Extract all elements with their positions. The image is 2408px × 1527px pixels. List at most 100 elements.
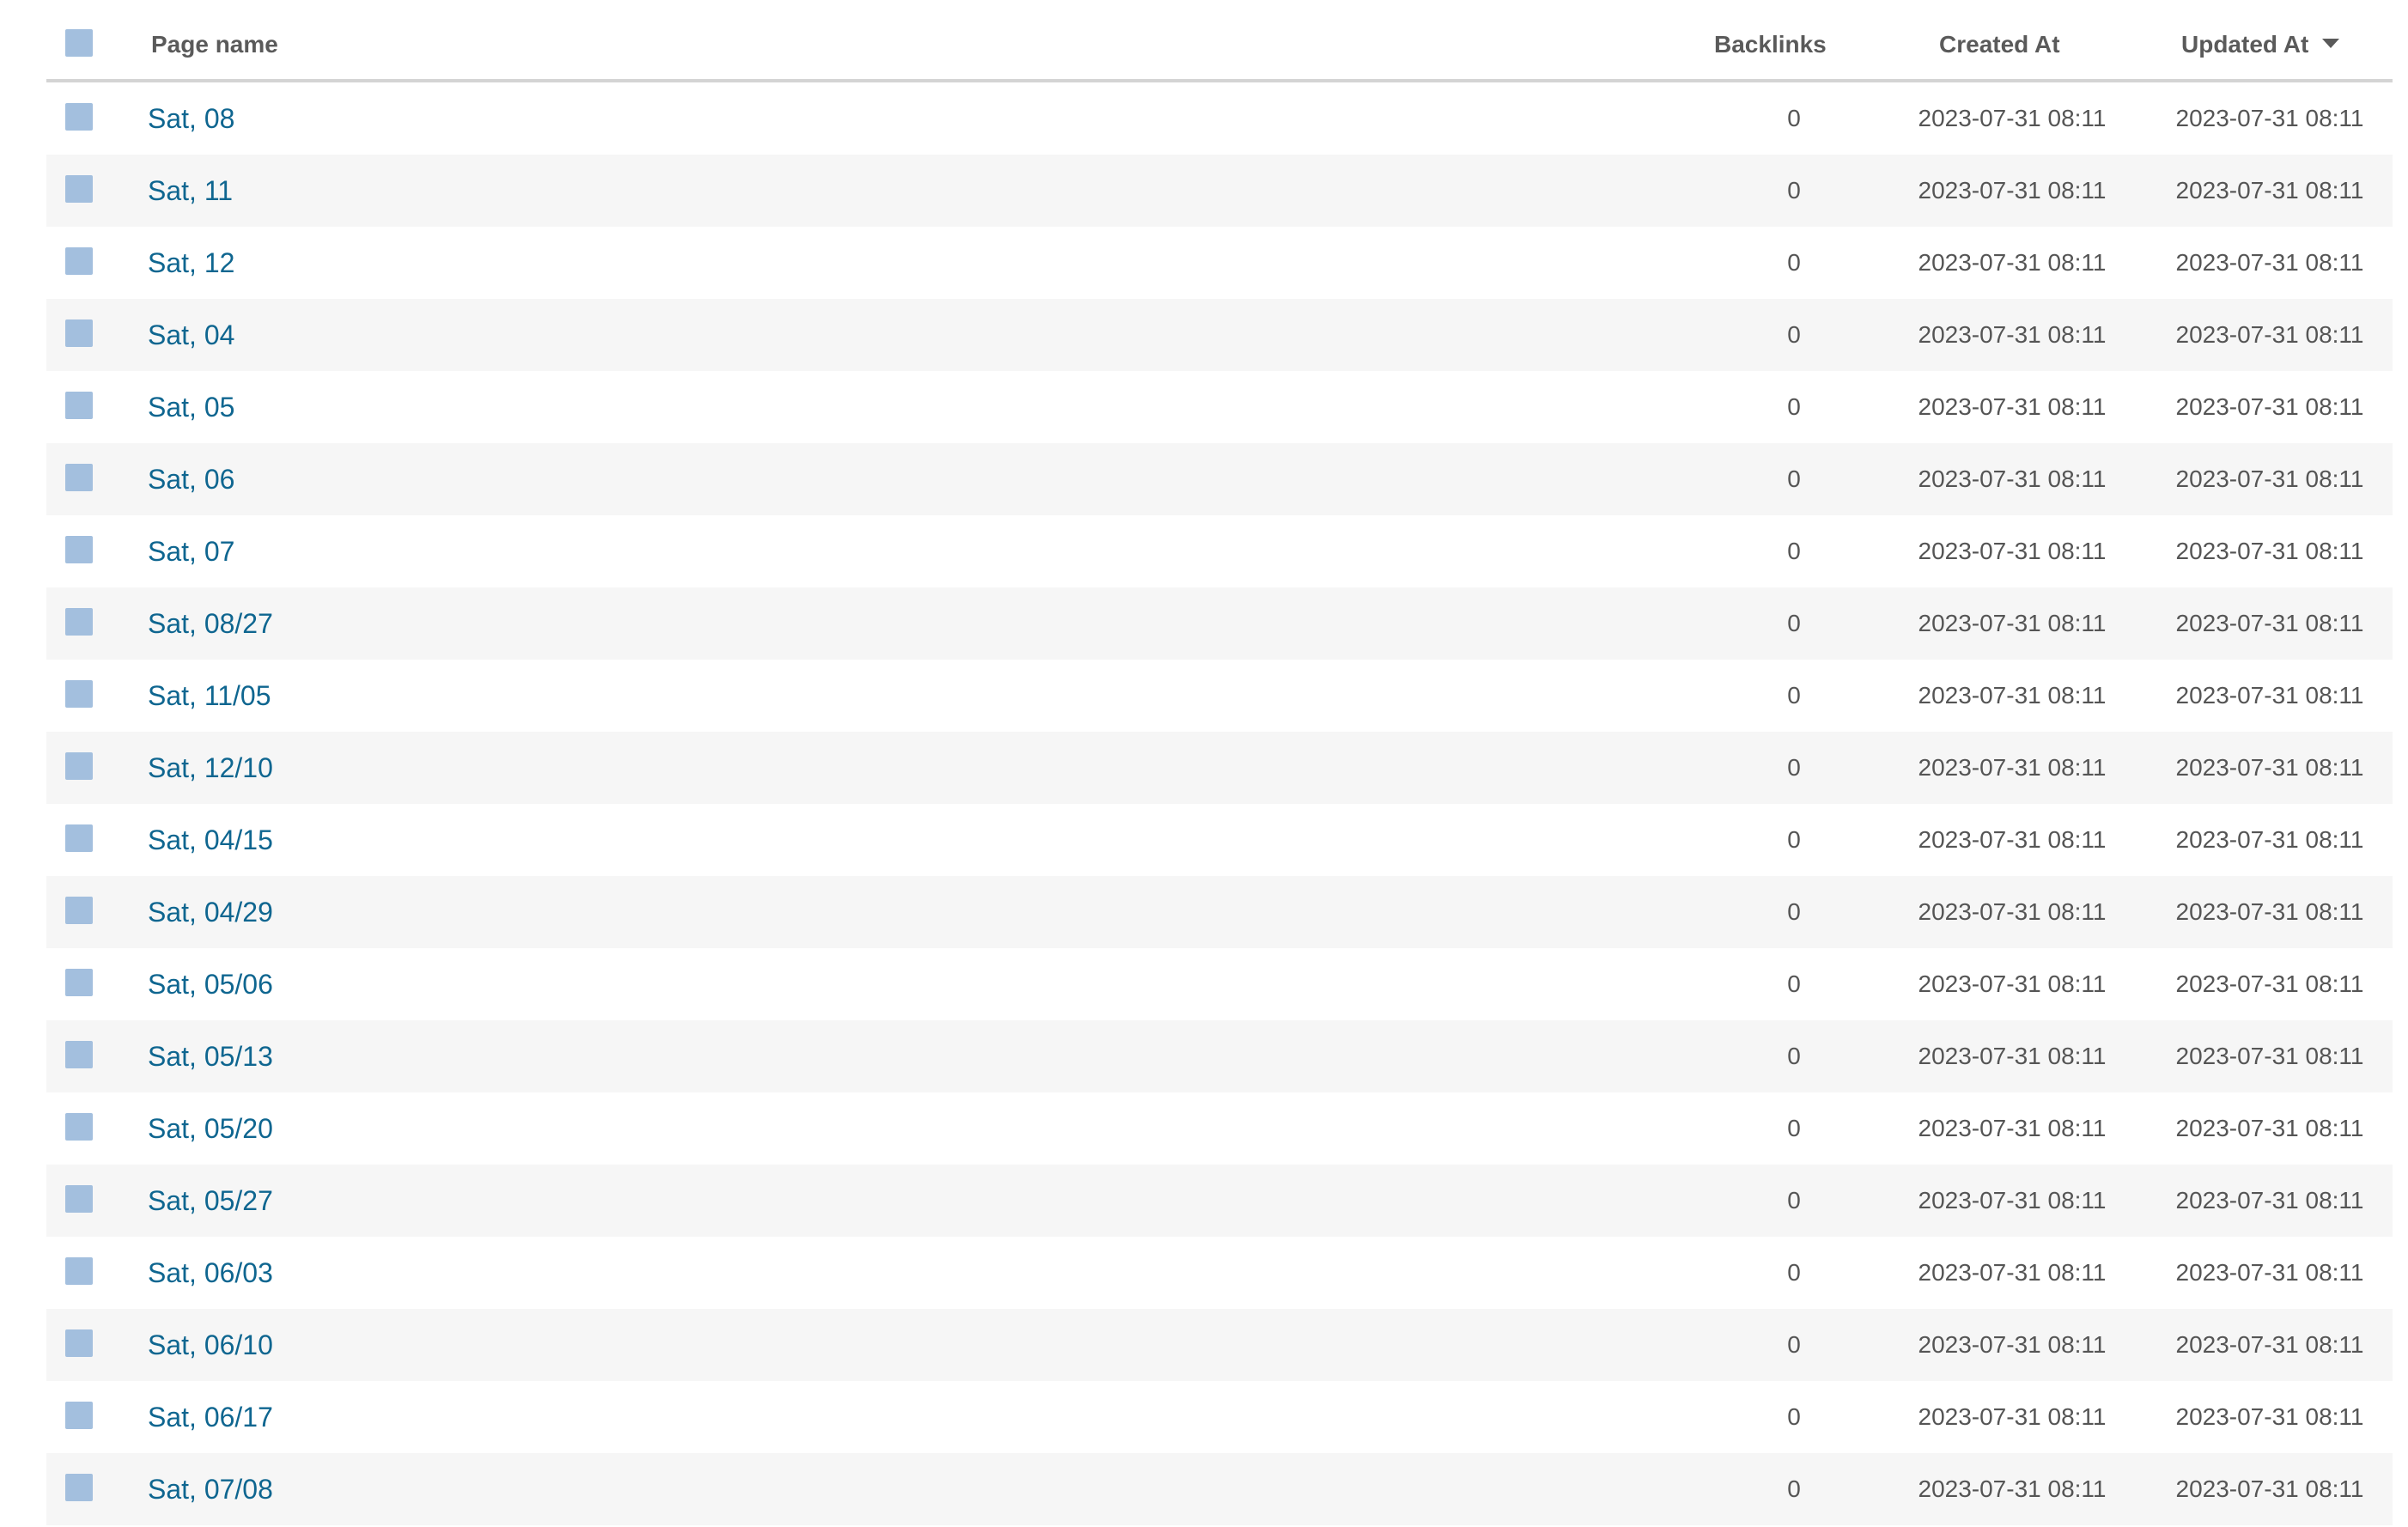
updated-at-value: 2023-07-31 08:11 (2175, 826, 2364, 853)
page-name-link[interactable]: Sat, 05/20 (148, 1092, 273, 1165)
backlinks-count: 0 (1787, 970, 1801, 997)
page-name-link[interactable]: Sat, 05/06 (148, 948, 273, 1020)
page-name-link[interactable]: Sat, 11 (148, 155, 233, 227)
page-name-link[interactable]: Sat, 05 (148, 371, 234, 443)
updated-at-value: 2023-07-31 08:11 (2175, 610, 2364, 636)
page-name-link[interactable]: Sat, 12/10 (148, 732, 273, 804)
page-name-link[interactable]: Sat, 04/29 (148, 876, 273, 948)
updated-at-value: 2023-07-31 08:11 (2175, 321, 2364, 348)
table-row: Sat, 05/27 0 2023-07-31 08:11 2023-07-31 08… (46, 1165, 2393, 1237)
updated-at-value: 2023-07-31 08:11 (2175, 1475, 2364, 1502)
caret-down-icon[interactable] (2322, 39, 2340, 49)
column-header-updated-at[interactable]: Updated At (2181, 0, 2340, 82)
created-at-value: 2023-07-31 08:11 (1918, 177, 2107, 204)
row-checkbox[interactable] (65, 1257, 93, 1285)
backlinks-count: 0 (1787, 393, 1801, 420)
page-name-link[interactable]: Sat, 06/10 (148, 1309, 273, 1381)
all-pages-table: Page name Backlinks Created At Updated A… (46, 0, 2393, 1525)
created-at-value: 2023-07-31 08:11 (1918, 538, 2107, 564)
row-checkbox[interactable] (65, 536, 93, 563)
backlinks-count: 0 (1787, 105, 1801, 131)
created-at-value: 2023-07-31 08:11 (1918, 1475, 2107, 1502)
backlinks-count: 0 (1787, 249, 1801, 276)
updated-at-value: 2023-07-31 08:11 (2175, 177, 2364, 204)
updated-at-value: 2023-07-31 08:11 (2175, 1331, 2364, 1358)
backlinks-count: 0 (1787, 1259, 1801, 1286)
page-name-link[interactable]: Sat, 07 (148, 515, 234, 587)
page-name-link[interactable]: Sat, 08/27 (148, 587, 273, 660)
table-row: Sat, 04/29 0 2023-07-31 08:11 2023-07-31 08… (46, 876, 2393, 948)
table-body: Sat, 08 0 2023-07-31 08:11 2023-07-31 08:11… (46, 82, 2393, 1525)
table-row: Sat, 04/15 0 2023-07-31 08:11 2023-07-31 08… (46, 804, 2393, 876)
created-at-value: 2023-07-31 08:11 (1918, 393, 2107, 420)
backlinks-count: 0 (1787, 177, 1801, 204)
row-checkbox[interactable] (65, 608, 93, 636)
row-checkbox[interactable] (65, 319, 93, 347)
updated-at-value: 2023-07-31 08:11 (2175, 754, 2364, 781)
page-name-link[interactable]: Sat, 06/17 (148, 1381, 273, 1453)
table-row: Sat, 07 0 2023-07-31 08:11 2023-07-31 08:11 (46, 515, 2393, 587)
created-at-value: 2023-07-31 08:11 (1918, 1259, 2107, 1286)
page-name-link[interactable]: Sat, 04/15 (148, 804, 273, 876)
page-name-link[interactable]: Sat, 12 (148, 227, 234, 299)
backlinks-count: 0 (1787, 321, 1801, 348)
row-checkbox[interactable] (65, 1402, 93, 1429)
row-checkbox[interactable] (65, 464, 93, 491)
table-row: Sat, 12 0 2023-07-31 08:11 2023-07-31 08:11 (46, 227, 2393, 299)
updated-at-value: 2023-07-31 08:11 (2175, 1115, 2364, 1141)
column-header-backlinks[interactable]: Backlinks (1714, 0, 1827, 82)
updated-at-value: 2023-07-31 08:11 (2175, 898, 2364, 925)
row-checkbox[interactable] (65, 969, 93, 996)
updated-at-value: 2023-07-31 08:11 (2175, 1187, 2364, 1214)
table-row: Sat, 05/13 0 2023-07-31 08:11 2023-07-31 08… (46, 1020, 2393, 1092)
row-checkbox[interactable] (65, 680, 93, 708)
page-name-link[interactable]: Sat, 06/03 (148, 1237, 273, 1309)
row-checkbox[interactable] (65, 247, 93, 275)
row-checkbox[interactable] (65, 103, 93, 131)
row-checkbox[interactable] (65, 1113, 93, 1141)
created-at-value: 2023-07-31 08:11 (1918, 321, 2107, 348)
updated-at-value: 2023-07-31 08:11 (2175, 393, 2364, 420)
table-row: Sat, 06/17 0 2023-07-31 08:11 2023-07-31 08… (46, 1381, 2393, 1453)
created-at-value: 2023-07-31 08:11 (1918, 1115, 2107, 1141)
column-header-created-at[interactable]: Created At (1939, 0, 2060, 82)
updated-at-value: 2023-07-31 08:11 (2175, 1259, 2364, 1286)
page-name-link[interactable]: Sat, 07/08 (148, 1453, 273, 1525)
row-checkbox[interactable] (65, 1041, 93, 1068)
row-checkbox[interactable] (65, 1474, 93, 1501)
table-row: Sat, 06/03 0 2023-07-31 08:11 2023-07-31 08… (46, 1237, 2393, 1309)
created-at-value: 2023-07-31 08:11 (1918, 1331, 2107, 1358)
created-at-value: 2023-07-31 08:11 (1918, 754, 2107, 781)
row-checkbox[interactable] (65, 1185, 93, 1213)
table-row: Sat, 07/08 0 2023-07-31 08:11 2023-07-31 08… (46, 1453, 2393, 1525)
created-at-value: 2023-07-31 08:11 (1918, 1043, 2107, 1069)
updated-at-value: 2023-07-31 08:11 (2175, 465, 2364, 492)
row-checkbox[interactable] (65, 824, 93, 852)
created-at-value: 2023-07-31 08:11 (1918, 682, 2107, 709)
updated-at-value: 2023-07-31 08:11 (2175, 682, 2364, 709)
page-name-link[interactable]: Sat, 06 (148, 443, 234, 515)
page-name-link[interactable]: Sat, 05/27 (148, 1165, 273, 1237)
table-row: Sat, 12/10 0 2023-07-31 08:11 2023-07-31 08… (46, 732, 2393, 804)
row-checkbox[interactable] (65, 392, 93, 419)
backlinks-count: 0 (1787, 1475, 1801, 1502)
table-row: Sat, 06/10 0 2023-07-31 08:11 2023-07-31 08… (46, 1309, 2393, 1381)
select-all-checkbox[interactable] (65, 29, 93, 57)
page-name-link[interactable]: Sat, 04 (148, 299, 234, 371)
created-at-value: 2023-07-31 08:11 (1918, 898, 2107, 925)
row-checkbox[interactable] (65, 752, 93, 780)
table-row: Sat, 08/27 0 2023-07-31 08:11 2023-07-31 08… (46, 587, 2393, 660)
backlinks-count: 0 (1787, 1331, 1801, 1358)
created-at-value: 2023-07-31 08:11 (1918, 105, 2107, 131)
row-checkbox[interactable] (65, 1329, 93, 1357)
row-checkbox[interactable] (65, 897, 93, 924)
column-header-page-name[interactable]: Page name (151, 0, 278, 82)
page-name-link[interactable]: Sat, 05/13 (148, 1020, 273, 1092)
created-at-value: 2023-07-31 08:11 (1918, 970, 2107, 997)
table-row: Sat, 08 0 2023-07-31 08:11 2023-07-31 08:11 (46, 82, 2393, 155)
page-name-link[interactable]: Sat, 11/05 (148, 660, 271, 732)
row-checkbox[interactable] (65, 175, 93, 203)
created-at-value: 2023-07-31 08:11 (1918, 610, 2107, 636)
page-name-link[interactable]: Sat, 08 (148, 82, 234, 155)
table-row: Sat, 11/05 0 2023-07-31 08:11 2023-07-31 08… (46, 660, 2393, 732)
